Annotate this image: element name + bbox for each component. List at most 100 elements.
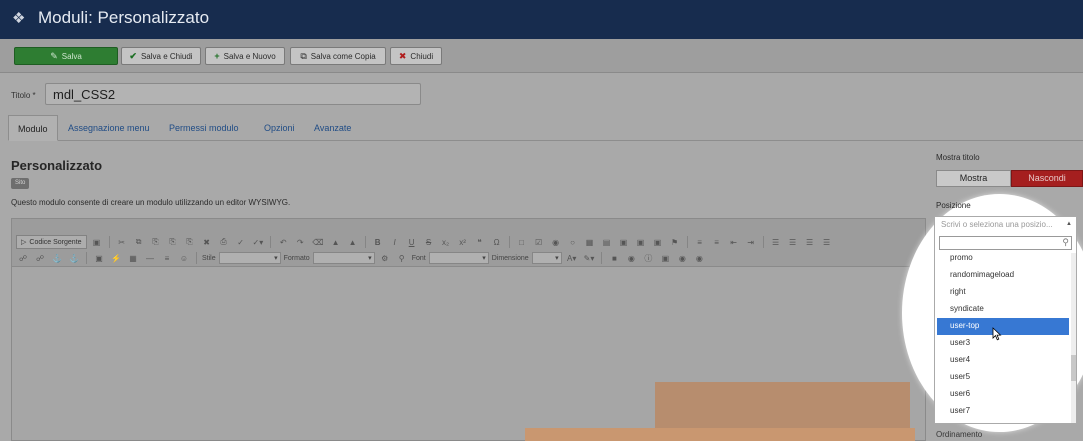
image-button-icon[interactable]: ▣ — [634, 235, 648, 249]
image-icon[interactable]: ▣ — [92, 251, 106, 265]
background-color-icon[interactable]: ✎▾ — [582, 251, 597, 265]
find-text-icon[interactable]: ⚙ — [378, 251, 392, 265]
save-and-new-button[interactable]: + Salva e Nuovo — [205, 47, 285, 65]
position-option[interactable]: randomimageload — [937, 267, 1069, 284]
position-dropdown[interactable]: Scrivi o seleziona una posizio... ▲ ⚲ pr… — [934, 216, 1077, 424]
maximize-icon[interactable]: ■ — [607, 251, 621, 265]
spellcheck-menu-icon[interactable]: ✓▾ — [251, 235, 266, 249]
bulleted-list-icon[interactable]: ≡ — [710, 235, 724, 249]
position-select[interactable]: Scrivi o seleziona una posizio... — [935, 217, 1076, 233]
show-title-show-button[interactable]: Mostra — [936, 170, 1011, 187]
replace-icon[interactable]: ▲ — [346, 235, 360, 249]
strikethrough-icon[interactable]: S — [422, 235, 436, 249]
save-button[interactable]: ✎ Salva — [14, 47, 118, 65]
editor-toolbar-row-2: ☍ ☍ ⚓ ⚓ ▣ ⚡ ▦ ― ≡ ☺ Stile ▾ Formato ▾ ⚙ … — [16, 250, 706, 266]
link-icon[interactable]: ☍ — [16, 251, 30, 265]
page-break-icon[interactable]: ≡ — [160, 251, 174, 265]
indent-icon[interactable]: ⇥ — [744, 235, 758, 249]
style-select[interactable]: ▾ — [218, 252, 281, 264]
paste-word-icon[interactable]: ⎘ — [183, 235, 197, 249]
paste-text-icon[interactable]: ⎘ — [166, 235, 180, 249]
tab-advanced[interactable]: Avanzate — [314, 115, 351, 141]
chevron-down-icon[interactable]: ▲ — [1066, 221, 1072, 227]
tab-module-permissions[interactable]: Permessi modulo — [169, 115, 239, 141]
link-check-icon[interactable]: ⚑ — [668, 235, 682, 249]
save-and-close-button[interactable]: ✔ Salva e Chiudi — [121, 47, 201, 65]
align-justify-icon[interactable]: ☰ — [820, 235, 834, 249]
tab-options[interactable]: Opzioni — [264, 115, 295, 141]
save-as-copy-button[interactable]: ⧉ Salva come Copia — [290, 47, 386, 65]
format-select[interactable]: ▾ — [312, 252, 375, 264]
horizontal-rule-icon[interactable]: ― — [143, 251, 157, 265]
search-icon[interactable]: ⚲ — [395, 251, 409, 265]
tab-menu-assignment[interactable]: Assegnazione menu — [68, 115, 150, 141]
paste-icon[interactable]: ⎘ — [149, 235, 163, 249]
radio-icon[interactable]: ◉ — [549, 235, 563, 249]
dropdown-scrollbar-thumb[interactable] — [1071, 355, 1076, 381]
italic-icon[interactable]: I — [388, 235, 402, 249]
dropdown-scrollbar[interactable] — [1071, 253, 1076, 423]
remove-format-icon[interactable]: ✖ — [200, 235, 214, 249]
align-left-icon[interactable]: ☰ — [769, 235, 783, 249]
position-option[interactable]: user5 — [937, 369, 1069, 386]
cut-icon[interactable]: ✂ — [115, 235, 129, 249]
align-right-icon[interactable]: ☰ — [803, 235, 817, 249]
text-color-icon[interactable]: A▾ — [565, 251, 579, 265]
align-center-icon[interactable]: ☰ — [786, 235, 800, 249]
chrome-icon[interactable]: ◉ — [692, 251, 706, 265]
font-select[interactable]: ▾ — [428, 252, 489, 264]
blockquote-icon[interactable]: ❝ — [473, 235, 487, 249]
position-search-input[interactable]: ⚲ — [939, 236, 1072, 250]
show-title-hide-button[interactable]: Nascondi — [1011, 170, 1083, 187]
title-input[interactable] — [45, 83, 421, 105]
preview-icon[interactable]: ◉ — [675, 251, 689, 265]
position-option[interactable]: user7 — [937, 403, 1069, 420]
select-icon[interactable]: ▤ — [600, 235, 614, 249]
numbered-list-icon[interactable]: ≡ — [693, 235, 707, 249]
eraser-icon[interactable]: ⌫ — [310, 235, 325, 249]
position-option[interactable]: syndicate — [937, 301, 1069, 318]
redo-icon[interactable]: ↷ — [293, 235, 307, 249]
superscript-icon[interactable]: x² — [456, 235, 470, 249]
position-option[interactable]: right — [937, 284, 1069, 301]
source-code-button[interactable]: ▷ Codice Sorgente — [16, 235, 87, 249]
flash-icon[interactable]: ⚡ — [109, 251, 123, 265]
show-blocks-icon[interactable]: ◉ — [624, 251, 638, 265]
about-icon[interactable]: ⓘ — [641, 251, 655, 265]
find-icon[interactable]: ▲ — [329, 235, 343, 249]
outdent-icon[interactable]: ⇤ — [727, 235, 741, 249]
close-button[interactable]: ✖ Chiudi — [390, 47, 442, 65]
size-select[interactable]: ▾ — [531, 252, 562, 264]
save-icon[interactable]: ▣ — [90, 235, 104, 249]
position-option[interactable]: user3 — [937, 335, 1069, 352]
tab-module[interactable]: Modulo — [8, 115, 58, 141]
position-label: Posizione — [936, 201, 971, 210]
position-option[interactable]: user6 — [937, 386, 1069, 403]
form-icon[interactable]: □ — [515, 235, 529, 249]
position-option-selected[interactable]: user-top — [937, 318, 1069, 335]
subscript-icon[interactable]: x₂ — [439, 235, 453, 249]
hidden-field-icon[interactable]: ▣ — [651, 235, 665, 249]
print-icon[interactable]: ⎙ — [217, 235, 231, 249]
anchor-flag-icon[interactable]: ⚓ — [67, 251, 81, 265]
source-code-label: Codice Sorgente — [29, 238, 82, 246]
templates-icon[interactable]: ▣ — [658, 251, 672, 265]
checkbox-icon[interactable]: ☑ — [532, 235, 546, 249]
smiley-icon[interactable]: ☺ — [177, 251, 191, 265]
textfield-icon[interactable]: ○ — [566, 235, 580, 249]
toolbar-divider — [601, 252, 603, 264]
undo-icon[interactable]: ↶ — [276, 235, 290, 249]
unlink-icon[interactable]: ☍ — [33, 251, 47, 265]
position-options-list: promo randomimageload right syndicate us… — [935, 253, 1076, 423]
position-option[interactable]: promo — [937, 253, 1069, 267]
copy-icon[interactable]: ⧉ — [132, 235, 146, 249]
anchor-icon[interactable]: ⚓ — [50, 251, 64, 265]
textarea-icon[interactable]: ▦ — [583, 235, 597, 249]
bold-icon[interactable]: B — [371, 235, 385, 249]
position-option[interactable]: user4 — [937, 352, 1069, 369]
underline-icon[interactable]: U — [405, 235, 419, 249]
table-icon[interactable]: ▦ — [126, 251, 140, 265]
spellcheck-icon[interactable]: ✓ — [234, 235, 248, 249]
special-char-icon[interactable]: Ω — [490, 235, 504, 249]
button-icon[interactable]: ▣ — [617, 235, 631, 249]
